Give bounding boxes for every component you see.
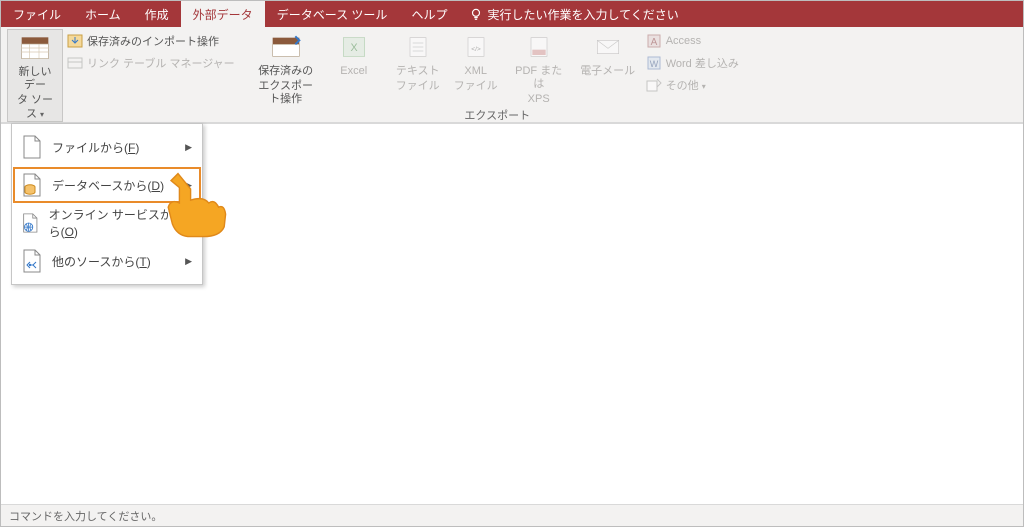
- access-icon: A: [646, 33, 662, 49]
- pdf-label-1: PDF または: [510, 65, 568, 91]
- xml-file-icon: </>: [460, 31, 492, 63]
- menu-from-database-label: データベースから(D): [52, 177, 164, 194]
- tab-file[interactable]: ファイル: [1, 1, 73, 27]
- menu-from-other-label: 他のソースから(T): [52, 253, 151, 270]
- tab-db-tools[interactable]: データベース ツール: [265, 1, 400, 27]
- export-other-button[interactable]: その他 ▾: [646, 75, 739, 95]
- saved-import-button[interactable]: 保存済みのインポート操作: [67, 31, 235, 51]
- saved-import-icon: [67, 33, 83, 49]
- menu-from-online-label: オンライン サービスから(O): [49, 206, 176, 240]
- menu-from-file[interactable]: ファイルから(F) ▶: [12, 128, 202, 166]
- lightbulb-icon: [469, 7, 483, 21]
- menu-from-online[interactable]: オンライン サービスから(O) ▶: [12, 204, 202, 242]
- tab-help[interactable]: ヘルプ: [399, 1, 459, 27]
- text-label-2: ファイル: [396, 80, 440, 93]
- group-import: 新しいデー タ ソース ▾ 保存済みのインポート操作 リンク テーブル マネージ…: [1, 27, 245, 124]
- saved-export-label-1: 保存済みの: [258, 65, 313, 78]
- svg-text:</>: </>: [471, 46, 481, 53]
- export-other-icon: [646, 77, 662, 93]
- word-icon: W: [646, 55, 662, 71]
- export-email-button[interactable]: 電子メール: [574, 29, 642, 93]
- menu-from-database[interactable]: データベースから(D) ▶: [12, 166, 202, 204]
- svg-text:X: X: [350, 42, 357, 54]
- database-icon: [22, 173, 42, 197]
- saved-export-button[interactable]: 保存済みの エクスポート操作: [252, 29, 320, 107]
- submenu-arrow-icon: ▶: [185, 180, 192, 191]
- other-source-icon: [22, 249, 42, 273]
- menu-from-other[interactable]: 他のソースから(T) ▶: [12, 242, 202, 280]
- export-word-merge-button[interactable]: W Word 差し込み: [646, 53, 739, 73]
- ribbon-tabbar: ファイル ホーム 作成 外部データ データベース ツール ヘルプ 実行したい作業…: [1, 1, 1023, 27]
- word-label: Word 差し込み: [666, 55, 739, 71]
- saved-export-label-2: エクスポート操作: [258, 80, 314, 106]
- submenu-arrow-icon: ▶: [185, 256, 192, 267]
- export-pdf-button[interactable]: PDF または XPS: [504, 29, 574, 107]
- saved-export-icon: [270, 31, 302, 63]
- access-label: Access: [666, 35, 701, 47]
- email-icon: [592, 31, 624, 63]
- tab-create[interactable]: 作成: [133, 1, 181, 27]
- submenu-arrow-icon: ▶: [185, 218, 192, 229]
- data-source-icon: [19, 32, 51, 64]
- globe-icon: [22, 211, 39, 235]
- svg-text:W: W: [649, 59, 658, 69]
- export-excel-button[interactable]: X Excel: [320, 29, 388, 93]
- text-label-1: テキスト: [396, 65, 440, 78]
- link-table-icon: [67, 55, 83, 71]
- export-xml-button[interactable]: </> XML ファイル: [448, 29, 504, 93]
- tell-me-search[interactable]: 実行したい作業を入力してください: [459, 1, 688, 27]
- link-table-manager-button[interactable]: リンク テーブル マネージャー: [67, 53, 235, 73]
- other-label: その他 ▾: [666, 77, 706, 93]
- pdf-icon: [523, 31, 555, 63]
- saved-import-label: 保存済みのインポート操作: [87, 33, 219, 49]
- xml-label-2: ファイル: [454, 80, 498, 93]
- excel-label: Excel: [340, 65, 367, 78]
- excel-icon: X: [338, 31, 370, 63]
- new-data-source-button[interactable]: 新しいデー タ ソース ▾: [7, 29, 63, 122]
- tell-me-label: 実行したい作業を入力してください: [487, 6, 678, 23]
- pdf-label-2: XPS: [528, 93, 550, 106]
- submenu-arrow-icon: ▶: [185, 142, 192, 153]
- email-label: 電子メール: [580, 65, 635, 78]
- status-text: コマンドを入力してください。: [9, 508, 162, 524]
- menu-from-file-label: ファイルから(F): [52, 139, 139, 156]
- new-source-label-2: タ ソース ▾: [14, 94, 56, 120]
- group-export: 保存済みの エクスポート操作 X Excel テキスト ファイル </> XML…: [246, 27, 749, 124]
- file-icon: [22, 135, 42, 159]
- text-file-icon: [402, 31, 434, 63]
- svg-text:A: A: [650, 37, 657, 48]
- status-bar: コマンドを入力してください。: [1, 504, 1023, 526]
- link-table-label: リンク テーブル マネージャー: [87, 55, 235, 71]
- tab-external-data[interactable]: 外部データ: [181, 1, 265, 27]
- xml-label-1: XML: [464, 65, 487, 78]
- tab-home[interactable]: ホーム: [73, 1, 133, 27]
- ribbon: 新しいデー タ ソース ▾ 保存済みのインポート操作 リンク テーブル マネージ…: [1, 27, 1023, 123]
- new-source-dropdown: ファイルから(F) ▶ データベースから(D) ▶ オンライン サービスから(O…: [11, 123, 203, 285]
- export-access-button[interactable]: A Access: [646, 31, 739, 51]
- new-source-label-1: 新しいデー: [14, 66, 56, 92]
- export-text-button[interactable]: テキスト ファイル: [388, 29, 448, 93]
